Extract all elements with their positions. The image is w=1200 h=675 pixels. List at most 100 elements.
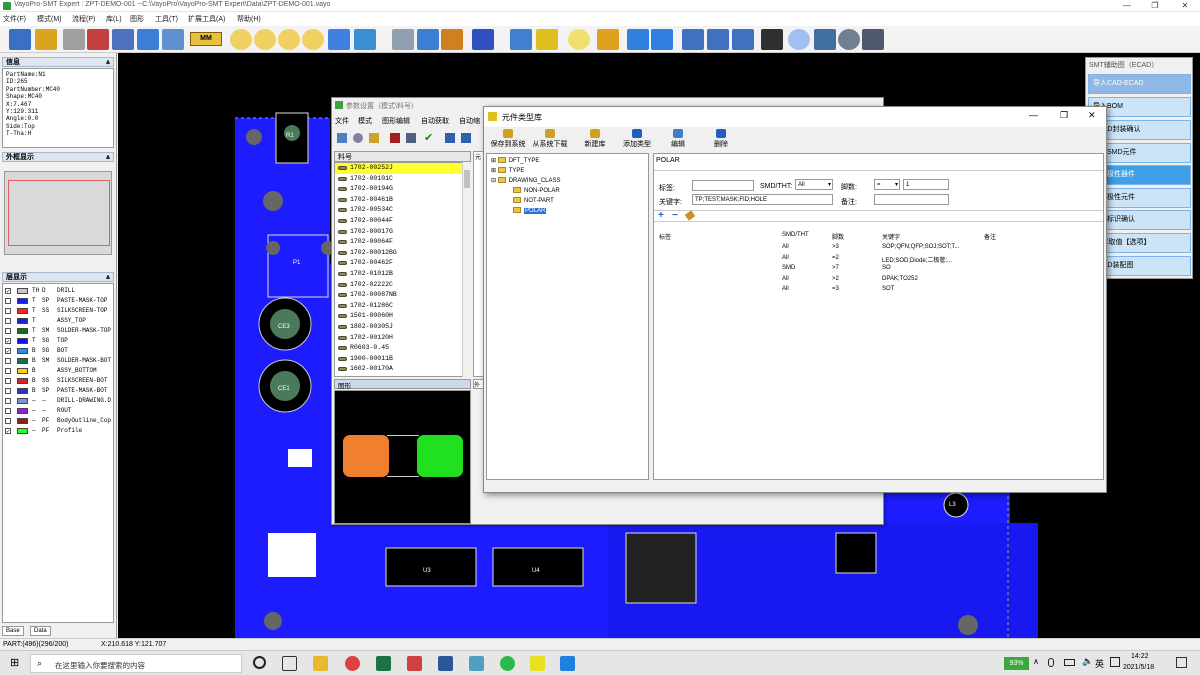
thumb-panel-header[interactable]: 外框显示 ⩓	[2, 152, 114, 162]
param-menu-mode[interactable]: 模式	[358, 116, 372, 126]
part-row[interactable]: 1702-02222C	[335, 280, 463, 291]
tab-data[interactable]: Data	[30, 626, 51, 636]
layer-color-swatch[interactable]	[17, 418, 28, 424]
pencil-icon[interactable]	[597, 29, 619, 50]
network-icon[interactable]	[1064, 659, 1075, 666]
keyword-input[interactable]: TP;TEST;MASK;FID;HOLE	[692, 194, 833, 205]
layer-color-swatch[interactable]	[17, 348, 28, 354]
layer-checkbox[interactable]: ✓	[5, 428, 11, 435]
tag-input[interactable]	[692, 180, 754, 191]
col-note[interactable]: 备注	[984, 232, 996, 241]
zoom-window-icon[interactable]	[302, 29, 324, 50]
layer-color-swatch[interactable]	[17, 338, 28, 344]
layer-checkbox[interactable]	[5, 298, 11, 304]
rule-cell-pins[interactable]: >2	[832, 276, 839, 282]
rule-cell-smd[interactable]: All	[782, 286, 789, 292]
open-icon[interactable]	[35, 29, 57, 50]
rule-cell-pins[interactable]: >7	[832, 265, 839, 271]
tree-node-non-polar[interactable]: NON-POLAR	[513, 187, 560, 196]
layer-row[interactable]: B SS SILKSCREEN-BOT	[3, 376, 113, 386]
layer-checkbox[interactable]	[5, 358, 11, 364]
highlight-icon[interactable]	[441, 29, 463, 50]
pin-icon[interactable]: ⩓	[106, 273, 110, 282]
part-row[interactable]: 1702-00017G	[335, 227, 463, 238]
col-smd-tht[interactable]: SMD/THT	[782, 232, 809, 238]
import-icon[interactable]	[63, 29, 85, 50]
part-row[interactable]: R0603-0.45	[335, 343, 463, 354]
remove-row-icon[interactable]: −	[672, 210, 678, 221]
smd-tht-select[interactable]: All ▾	[795, 179, 833, 190]
part-row[interactable]: 1702-01012B	[335, 269, 463, 280]
layer-row[interactable]: ✓ T SG TOP	[3, 336, 113, 346]
wechat-icon[interactable]	[500, 656, 515, 671]
zoom-out-icon[interactable]	[254, 29, 276, 50]
tree-node-type[interactable]: ⊞ TYPE	[491, 167, 524, 176]
add-row-icon[interactable]: +	[658, 210, 664, 221]
compass-icon[interactable]	[838, 29, 860, 50]
layer-color-swatch[interactable]	[17, 398, 28, 404]
layer-row[interactable]: T SP PASTE-MASK-TOP	[3, 296, 113, 306]
layers-panel-header[interactable]: 层显示 ⩓	[2, 272, 114, 282]
layer-icon[interactable]	[162, 29, 184, 50]
scrollbar-thumb[interactable]	[464, 170, 470, 188]
gmail-icon[interactable]	[407, 656, 422, 671]
rule-cell-smd[interactable]: All	[782, 244, 789, 250]
part-row[interactable]: 1702-01286C	[335, 301, 463, 312]
download-from-system-button[interactable]: 从系统下载	[530, 129, 570, 149]
part-row[interactable]: 1702-00120H	[335, 333, 463, 344]
ecad-btn-import-cad[interactable]: 导入CAD-ECAD	[1088, 74, 1191, 94]
part-row[interactable]: 1702-00194G	[335, 184, 463, 195]
part-row[interactable]: 1702-00064F	[335, 237, 463, 248]
rule-cell-smd[interactable]: All	[782, 276, 789, 282]
layer-row[interactable]: — — ROUT	[3, 406, 113, 416]
add-type-button[interactable]: 添加类型	[620, 129, 654, 149]
col-pins[interactable]: 脚数	[832, 232, 844, 241]
notification-icon[interactable]	[1176, 657, 1187, 668]
layer-color-swatch[interactable]	[17, 368, 28, 374]
menu-graphics[interactable]: 图形	[130, 14, 144, 24]
list-scrollbar[interactable]	[462, 162, 471, 377]
lib-maximize-button[interactable]: ❐	[1060, 110, 1068, 121]
tab-base[interactable]: Base	[2, 626, 24, 636]
pin-icon[interactable]: ⩓	[106, 153, 110, 162]
tool-c-icon[interactable]	[732, 29, 754, 50]
pan-icon[interactable]	[328, 29, 350, 50]
tree-node-polar[interactable]: POLAR	[513, 207, 547, 216]
layer-row[interactable]: — PF BodyOutline_Cop	[3, 416, 113, 426]
menu-extensions[interactable]: 扩展工具(A)	[188, 14, 225, 24]
part-row[interactable]: 1802-00305J	[335, 322, 463, 333]
zoom-fit-icon[interactable]	[278, 29, 300, 50]
layer-row[interactable]: B SP PASTE-MASK-BOT	[3, 386, 113, 396]
layer-row[interactable]: T SM SOLDER-MASK-TOP	[3, 326, 113, 336]
pin-operator-select[interactable]: = ▾	[874, 179, 900, 190]
edit-button[interactable]: 编辑	[666, 129, 690, 149]
part-row[interactable]: 1702-00462F	[335, 258, 463, 269]
part-row[interactable]: 1702-00012BG	[335, 248, 463, 259]
ime-mode-icon[interactable]	[1110, 657, 1120, 667]
save-icon[interactable]	[9, 29, 31, 50]
layer-row[interactable]: ✓ — PF Profile	[3, 426, 113, 436]
info-panel-header[interactable]: 信息 ⩓	[2, 57, 114, 67]
paste-icon[interactable]	[461, 133, 471, 143]
layer-color-swatch[interactable]	[17, 328, 28, 334]
target-icon[interactable]	[788, 29, 810, 50]
zoom-in-icon[interactable]	[230, 29, 252, 50]
part-row[interactable]: 1702-00087NB	[335, 290, 463, 301]
tool-a-icon[interactable]	[682, 29, 704, 50]
layer-color-swatch[interactable]	[17, 358, 28, 364]
chrome-icon[interactable]	[345, 656, 360, 671]
part-row[interactable]: 1602-00170A	[335, 364, 463, 375]
col-tag[interactable]: 标签	[659, 232, 671, 241]
lib-minimize-button[interactable]: —	[1029, 110, 1038, 120]
layer-row[interactable]: B SM SOLDER-MASK-BOT	[3, 356, 113, 366]
arrow-up-icon[interactable]	[627, 29, 649, 50]
rule-cell-kw[interactable]: SO	[882, 265, 891, 271]
layer-color-swatch[interactable]	[17, 308, 28, 314]
rule-cell-pins[interactable]: =2	[832, 255, 839, 261]
binoculars-icon[interactable]	[761, 29, 783, 50]
vayo-icon[interactable]	[530, 656, 545, 671]
app-icon-b[interactable]	[560, 656, 575, 671]
layer-color-swatch[interactable]	[17, 318, 28, 324]
rule-cell-kw[interactable]: SOT	[882, 286, 894, 292]
layer-color-swatch[interactable]	[17, 428, 28, 434]
